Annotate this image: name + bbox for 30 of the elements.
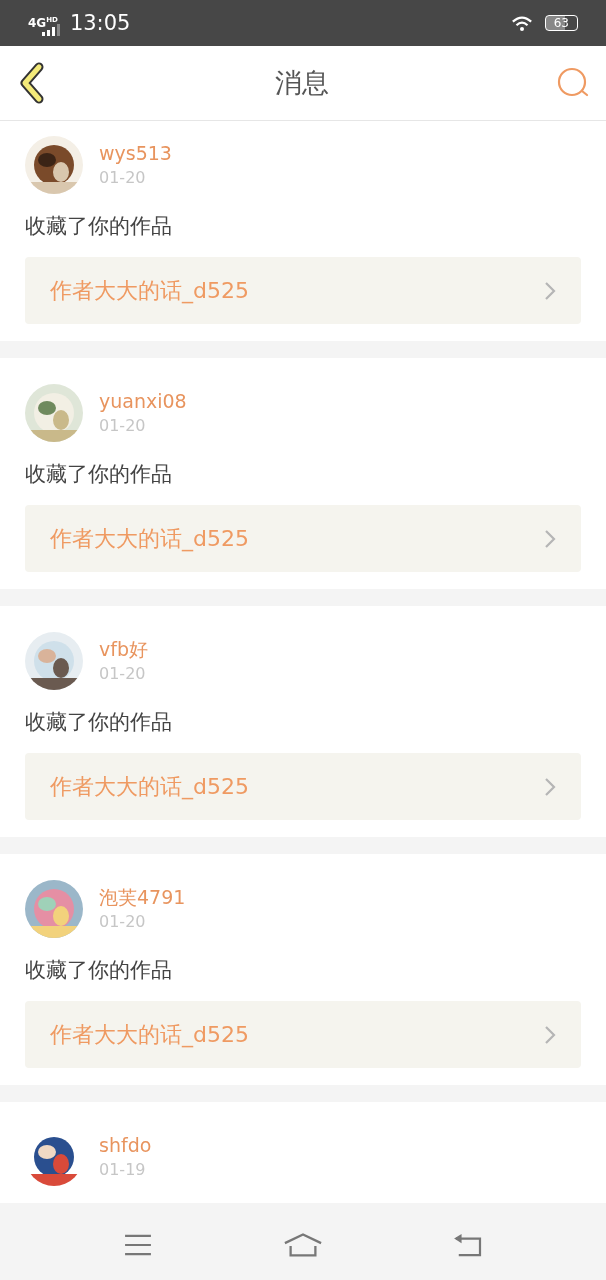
menu-icon[interactable] [123,1233,153,1257]
user-name[interactable]: shfdo [99,1134,152,1156]
message-text: 收藏了你的作品 [25,213,173,240]
message-text: 收藏了你的作品 [25,461,173,488]
status-time: 13:05 [69,11,131,35]
battery-indicator: 63 [544,15,578,31]
user-name[interactable]: yuanxi08 [99,390,187,412]
chevron-right-icon [544,776,556,797]
network-indicator: 4G$^{HD}$ [28,17,58,29]
message-text: 收藏了你的作品 [25,957,173,984]
message-date: 01-19 [99,1160,147,1180]
chevron-right-icon [544,1024,556,1045]
user-name[interactable]: vfb好 [99,638,148,660]
message-date: 01-20 [99,168,147,188]
message-date: 01-20 [99,416,147,436]
work-link[interactable]: 作者大大的话_d525 [25,753,581,820]
back-navigation-icon[interactable] [453,1233,483,1257]
user-name[interactable]: wys513 [99,142,172,164]
chevron-right-icon [544,280,556,301]
work-link[interactable]: 作者大大的话_d525 [25,505,581,572]
message-date: 01-20 [99,664,147,684]
page-title: 消息 [274,66,329,100]
work-link[interactable]: 作者大大的话_d525 [25,1001,581,1068]
message-date: 01-20 [99,912,147,932]
home-icon[interactable] [283,1232,323,1258]
wifi-icon [510,14,533,32]
work-link[interactable]: 作者大大的话_d525 [25,257,581,324]
message-text: 收藏了你的作品 [25,709,173,736]
user-name[interactable]: 泡芙4791 [99,886,186,908]
chevron-right-icon [544,528,556,549]
